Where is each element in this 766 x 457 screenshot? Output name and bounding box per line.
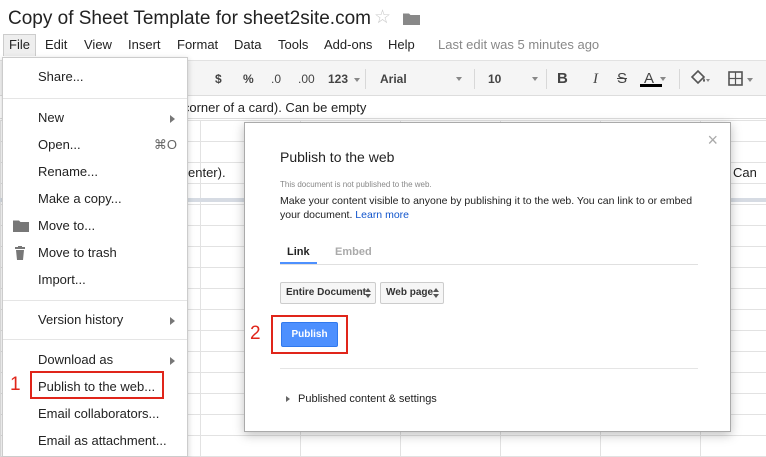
- formula-text: ft corner of a card). Can be empty: [172, 100, 367, 115]
- chevron-down-icon: [532, 77, 538, 81]
- step-number-2: 2: [250, 323, 261, 344]
- menu-item-shortcut: ⌘O: [153, 137, 177, 152]
- last-edit-status[interactable]: Last edit was 5 minutes ago: [438, 34, 599, 56]
- published-settings-label: Published content & settings: [298, 393, 437, 405]
- folder-icon[interactable]: [403, 12, 420, 25]
- dialog-divider: [280, 368, 698, 369]
- dialog-description: Make your content visible to anyone by p…: [280, 194, 700, 222]
- cell-text[interactable]: Can: [733, 165, 757, 180]
- toolbar-divider: [474, 69, 475, 89]
- scope-select-value: Entire Document: [286, 287, 367, 298]
- menu-item-rename[interactable]: Rename...: [3, 159, 187, 185]
- bold-button[interactable]: B: [557, 61, 568, 97]
- tab-embed[interactable]: Embed: [335, 246, 372, 258]
- select-arrows-icon: [365, 288, 371, 299]
- menu-item-open[interactable]: Open... ⌘O: [3, 132, 187, 158]
- menu-tools[interactable]: Tools: [273, 34, 313, 56]
- more-formats-dropdown[interactable]: 123: [328, 61, 360, 97]
- publish-status: This document is not published to the we…: [280, 180, 432, 189]
- menu-item-label: Open...: [38, 137, 81, 152]
- star-icon[interactable]: ☆: [374, 8, 391, 27]
- document-title[interactable]: Copy of Sheet Template for sheet2site.co…: [8, 8, 371, 30]
- published-settings-toggle[interactable]: Published content & settings: [286, 393, 437, 405]
- menu-item-label: Version history: [38, 312, 124, 327]
- chevron-down-icon: [456, 77, 462, 81]
- paint-bucket-icon: [690, 69, 710, 85]
- menu-separator: [3, 98, 187, 99]
- font-family-value: Arial: [380, 72, 407, 86]
- font-size-value: 10: [488, 72, 502, 86]
- menu-item-share[interactable]: Share...: [3, 64, 187, 90]
- menu-separator: [3, 339, 187, 340]
- menu-item-label: Email collaborators...: [38, 406, 160, 421]
- highlight-box-publish-menu: [30, 371, 164, 399]
- strikethrough-button[interactable]: S: [617, 61, 627, 97]
- step-number-1: 1: [10, 374, 21, 395]
- menu-item-label: Share...: [38, 69, 84, 84]
- menu-insert[interactable]: Insert: [123, 34, 166, 56]
- currency-button[interactable]: $: [215, 61, 222, 97]
- menu-item-label: Import...: [38, 272, 86, 287]
- italic-button[interactable]: I: [593, 61, 598, 97]
- menu-separator: [3, 300, 187, 301]
- font-size-dropdown[interactable]: 10: [488, 61, 538, 97]
- submenu-arrow-icon: [170, 115, 175, 123]
- borders-icon: [728, 71, 753, 86]
- menu-view[interactable]: View: [79, 34, 117, 56]
- publish-dialog: × Publish to the web This document is no…: [244, 122, 731, 432]
- toolbar-divider: [679, 69, 680, 89]
- font-family-dropdown[interactable]: Arial: [380, 61, 462, 97]
- menu-item-label: Email as attachment...: [38, 433, 167, 448]
- menu-item-make-copy[interactable]: Make a copy...: [3, 186, 187, 212]
- submenu-arrow-icon: [170, 317, 175, 325]
- menu-item-label: Move to trash: [38, 245, 117, 260]
- format-select[interactable]: Web page: [380, 282, 444, 304]
- trash-icon: [15, 246, 25, 260]
- menu-help[interactable]: Help: [383, 34, 420, 56]
- toolbar-divider: [546, 69, 547, 89]
- tab-link[interactable]: Link: [287, 246, 310, 258]
- menu-item-label: Rename...: [38, 164, 98, 179]
- title-bar: Copy of Sheet Template for sheet2site.co…: [0, 0, 766, 34]
- highlight-box-publish-button: [271, 315, 348, 354]
- menu-item-label: Move to...: [38, 218, 96, 233]
- learn-more-link[interactable]: Learn more: [355, 209, 409, 221]
- select-arrows-icon: [433, 288, 439, 299]
- menu-item-label: New: [38, 110, 65, 125]
- increase-decimal-button[interactable]: .00: [298, 61, 315, 97]
- cell-text[interactable]: enter).: [188, 165, 226, 180]
- menu-item-move-to-trash[interactable]: Move to trash: [3, 240, 187, 266]
- expand-arrow-icon: [286, 396, 290, 403]
- submenu-arrow-icon: [170, 357, 175, 365]
- format-select-value: Web page: [386, 287, 434, 298]
- menu-item-email-collaborators[interactable]: Email collaborators...: [3, 401, 187, 427]
- menu-item-label: Make a copy...: [38, 191, 122, 206]
- menu-item-import[interactable]: Import...: [3, 267, 187, 293]
- tab-divider: [280, 264, 698, 265]
- menu-edit[interactable]: Edit: [40, 34, 72, 56]
- menu-addons[interactable]: Add-ons: [319, 34, 377, 56]
- menu-item-version-history[interactable]: Version history: [3, 307, 187, 333]
- percent-button[interactable]: %: [243, 61, 254, 97]
- menu-item-move-to[interactable]: Move to...: [3, 213, 187, 239]
- menu-data[interactable]: Data: [229, 34, 266, 56]
- folder-icon: [13, 220, 29, 232]
- menu-item-download-as[interactable]: Download as: [3, 347, 187, 373]
- menu-bar: File Edit View Insert Format Data Tools …: [0, 34, 766, 56]
- scope-select[interactable]: Entire Document: [280, 282, 376, 304]
- menu-item-label: Download as: [38, 352, 114, 367]
- fill-color-button[interactable]: [689, 61, 711, 97]
- menu-item-new[interactable]: New: [3, 105, 187, 131]
- borders-button[interactable]: [728, 61, 756, 97]
- menu-file[interactable]: File: [3, 34, 36, 56]
- text-color-button[interactable]: A: [644, 61, 666, 97]
- menu-format[interactable]: Format: [172, 34, 223, 56]
- menu-item-email-attachment[interactable]: Email as attachment...: [3, 428, 187, 454]
- description-text: Make your content visible to anyone by p…: [280, 195, 693, 221]
- close-icon[interactable]: ×: [707, 131, 718, 149]
- toolbar-divider: [365, 69, 366, 89]
- decrease-decimal-button[interactable]: .0: [271, 61, 281, 97]
- text-color-swatch: [640, 84, 662, 87]
- dialog-title: Publish to the web: [280, 149, 395, 165]
